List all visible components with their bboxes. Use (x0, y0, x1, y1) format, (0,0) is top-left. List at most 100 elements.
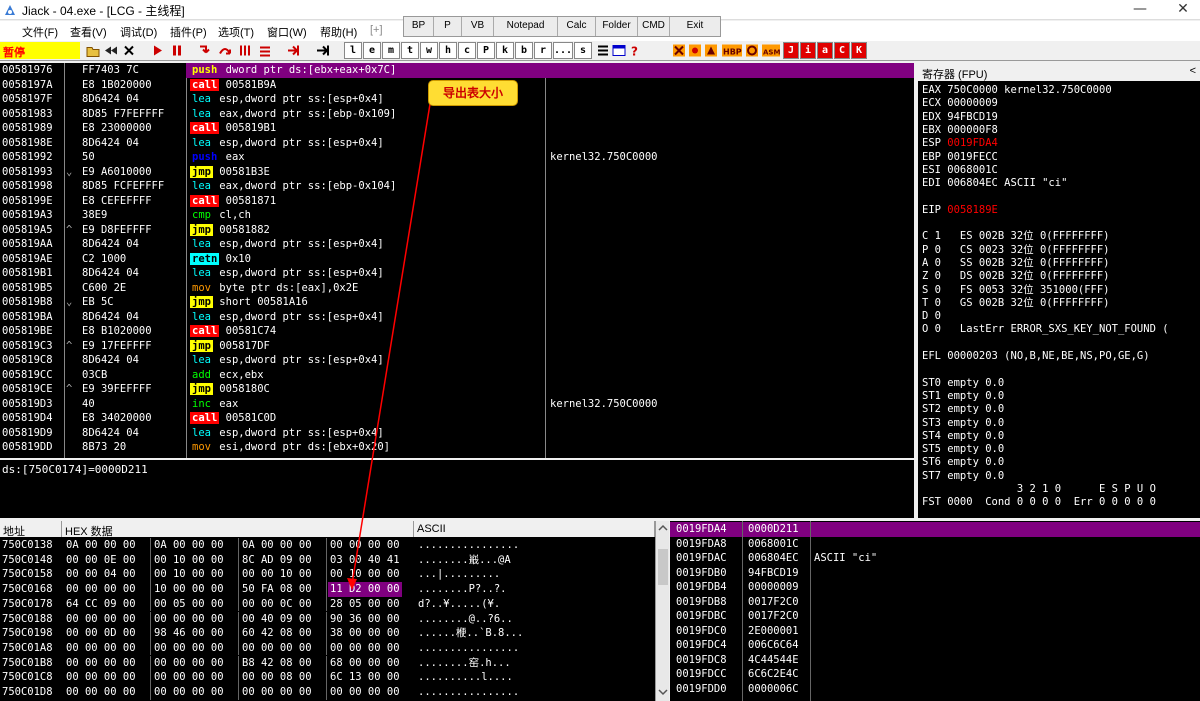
disasm-row[interactable]: 00581998 8D85 FCFEFFFF lea eax,dword ptr s… (0, 179, 914, 194)
plugin-tool4-icon[interactable] (745, 43, 759, 58)
tool-t-button[interactable]: t (401, 42, 419, 59)
minimize-button[interactable]: — (1125, 0, 1155, 20)
plugin-tool2-icon[interactable] (688, 43, 702, 58)
stack-row[interactable]: 0019FDB4 00000009 (670, 580, 1200, 595)
stack-row[interactable]: 0019FDCC 6C6C2E4C (670, 667, 1200, 682)
menu-window[interactable]: 窗口(W) (267, 24, 307, 40)
disassembly-pane[interactable]: 00581976 FF7403 7C push dword ptr ds:[ebx+… (0, 63, 914, 458)
dump-row[interactable]: 750C0198 00 00 0D 00 98 46 00 00 60 42 08 0… (0, 626, 655, 641)
plugin-folder-button[interactable]: Folder (596, 17, 638, 36)
register-line[interactable]: O 0 LastErr ERROR_SXS_KEY_NOT_FOUND ( (922, 322, 1169, 337)
trace-into-icon[interactable] (238, 43, 252, 58)
stack-row[interactable]: 0019FDAC 006804EC ASCII "ci" (670, 551, 1200, 566)
menu-file[interactable]: 文件(F) (22, 24, 58, 40)
scroll-up-icon[interactable] (658, 523, 668, 533)
dump-row[interactable]: 750C01A8 00 00 00 00 00 00 00 00 00 00 00 0… (0, 640, 655, 656)
menu-plugins[interactable]: 插件(P) (170, 24, 207, 40)
stack-row[interactable]: 0019FDB8 0017F2C0 (670, 595, 1200, 610)
register-line[interactable]: EFL 00000203 (NO,B,NE,BE,NS,PO,GE,G) (922, 349, 1150, 364)
window-icon[interactable] (612, 43, 626, 58)
dump-row[interactable]: 750C0158 00 00 04 00 00 10 00 00 00 00 10 0… (0, 567, 655, 582)
tool-w-button[interactable]: w (420, 42, 438, 59)
stack-row[interactable]: 0019FDA4 0000D211 (670, 522, 1200, 537)
menu-help[interactable]: 帮助(H) (320, 24, 357, 40)
help-icon[interactable]: ? (628, 43, 642, 59)
tool-l-button[interactable]: l (344, 42, 362, 59)
menu-extra[interactable]: [+] (370, 24, 383, 36)
hex-dump-pane[interactable]: 地址 HEX 数据 ASCII 750C0138 0A 00 00 00 0A 00… (0, 521, 655, 701)
disasm-row[interactable]: 005819C8 8D6424 04 lea esp,dword ptr ss:[e… (0, 353, 914, 368)
dump-row[interactable]: 750C01D8 00 00 00 00 00 00 00 00 00 00 00 0… (0, 685, 655, 700)
disasm-row[interactable]: 005819B1 8D6424 04 lea esp,dword ptr ss:[e… (0, 266, 914, 281)
register-line[interactable]: EIP 0058189E (922, 203, 998, 218)
stack-row[interactable]: 0019FDC4 006C6C64 (670, 638, 1200, 653)
tool-b-button[interactable]: b (515, 42, 533, 59)
menu-options[interactable]: 选项(T) (218, 24, 254, 40)
disasm-row[interactable]: 00581993 ⌄ E9 A6010000 jmp 00581B3E (0, 165, 914, 180)
disasm-row[interactable]: 005819D9 8D6424 04 lea esp,dword ptr ss:[e… (0, 426, 914, 441)
stack-row[interactable]: 0019FDC0 2E000001 (670, 624, 1200, 639)
dump-row[interactable]: 750C01C8 00 00 00 00 00 00 00 00 00 00 08 0… (0, 670, 655, 685)
stack-row[interactable]: 0019FDC8 4C44544E (670, 653, 1200, 668)
disasm-row[interactable]: 005819C3 ^ E9 17FEFFFF jmp 005817DF (0, 339, 914, 354)
disasm-row[interactable]: 005819BA 8D6424 04 lea esp,dword ptr ss:[e… (0, 310, 914, 325)
scroll-thumb[interactable] (658, 549, 668, 585)
tool-s-button[interactable]: s (574, 42, 592, 59)
plugin-tool1-icon[interactable] (672, 43, 686, 58)
tool-h-button[interactable]: h (439, 42, 457, 59)
dump-header-address[interactable]: 地址 (0, 521, 62, 538)
register-line[interactable]: T 0 GS 002B 32位 0(FFFFFFFF) (922, 296, 1110, 311)
register-line[interactable]: EDI 006804EC ASCII "ci" (922, 176, 1067, 191)
collapse-button[interactable]: < (1190, 65, 1196, 77)
tool-r-button[interactable]: r (534, 42, 552, 59)
tool-e-button[interactable]: e (363, 42, 381, 59)
pause-icon[interactable] (170, 43, 184, 58)
asm-icon[interactable]: ASM (762, 43, 780, 58)
disasm-row[interactable]: 005819CC 03CB add ecx,ebx (0, 368, 914, 383)
dump-row[interactable]: 750C01B8 00 00 00 00 00 00 00 00 B8 42 08 0… (0, 655, 655, 671)
close-button[interactable]: ✕ (1168, 0, 1198, 20)
stack-row[interactable]: 0019FDD0 0000006C (670, 682, 1200, 697)
dump-header-hex[interactable]: HEX 数据 (62, 521, 414, 538)
tool-dots-button[interactable]: ... (553, 42, 573, 59)
step-into-icon[interactable] (198, 43, 212, 58)
dump-header-ascii[interactable]: ASCII (414, 521, 655, 537)
dump-row[interactable]: 750C0178 64 CC 09 00 00 05 00 00 00 00 0C 0… (0, 596, 655, 612)
disasm-row[interactable]: 00581992 50 push eax kernel32.750C0000 (0, 150, 914, 165)
disasm-row[interactable]: 00581989 E8 23000000 call 005819B1 (0, 121, 914, 136)
dump-row[interactable]: 750C0168 00 00 00 00 10 00 00 00 50 FA 08 0… (0, 582, 655, 597)
plugin-exit-button[interactable]: Exit (670, 17, 720, 36)
disasm-row[interactable]: 005819A3 38E9 cmp cl,ch (0, 208, 914, 223)
plugin-notepad-button[interactable]: Notepad (494, 17, 558, 36)
plugin-p-button[interactable]: P (434, 17, 462, 36)
register-line[interactable]: FST 0000 Cond 0 0 0 0 Err 0 0 0 0 0 (922, 495, 1156, 510)
dump-row[interactable]: 750C0138 0A 00 00 00 0A 00 00 00 0A 00 00 0… (0, 538, 655, 553)
tool-p-button[interactable]: P (477, 42, 495, 59)
tool-k-button[interactable]: k (496, 42, 514, 59)
disasm-row[interactable]: 005819D4 E8 34020000 call 00581C0D (0, 411, 914, 426)
disasm-row[interactable]: 005819A5 ^ E9 D8FEFFFF jmp 00581882 (0, 223, 914, 238)
plugin-bp-button[interactable]: BP (404, 17, 434, 36)
scroll-down-icon[interactable] (658, 687, 668, 697)
dump-scrollbar[interactable] (655, 521, 669, 701)
plugin-tool3-icon[interactable] (704, 43, 718, 58)
disasm-row[interactable]: 00581983 8D85 F7FEFFFF lea eax,dword ptr s… (0, 107, 914, 122)
list-icon[interactable] (596, 43, 610, 58)
stack-row[interactable]: 0019FDBC 0017F2C0 (670, 609, 1200, 624)
open-icon[interactable] (86, 43, 100, 58)
close-program-icon[interactable] (122, 43, 136, 58)
step-over-icon[interactable] (218, 43, 232, 58)
plugin-calc-button[interactable]: Calc (558, 17, 596, 36)
stack-pane[interactable]: 0019FDA4 0000D211 0019FDA8 0068001C 0019FDAC… (670, 521, 1200, 701)
goto-icon[interactable] (316, 43, 330, 58)
disasm-row[interactable]: 005819AA 8D6424 04 lea esp,dword ptr ss:[e… (0, 237, 914, 252)
plugin-vb-button[interactable]: VB (462, 17, 494, 36)
dump-row[interactable]: 750C0188 00 00 00 00 00 00 00 00 00 40 09 0… (0, 611, 655, 626)
menu-view[interactable]: 查看(V) (70, 24, 107, 40)
tool-c-button[interactable]: c (458, 42, 476, 59)
disasm-row[interactable]: 0058198E 8D6424 04 lea esp,dword ptr ss:[e… (0, 136, 914, 151)
disasm-row[interactable]: 005819B8 ⌄ EB 5C jmp short 00581A16 (0, 295, 914, 310)
hbp-icon[interactable]: HBP (722, 43, 742, 58)
menu-debug[interactable]: 调试(D) (120, 24, 157, 40)
plugin-cmd-button[interactable]: CMD (638, 17, 670, 36)
